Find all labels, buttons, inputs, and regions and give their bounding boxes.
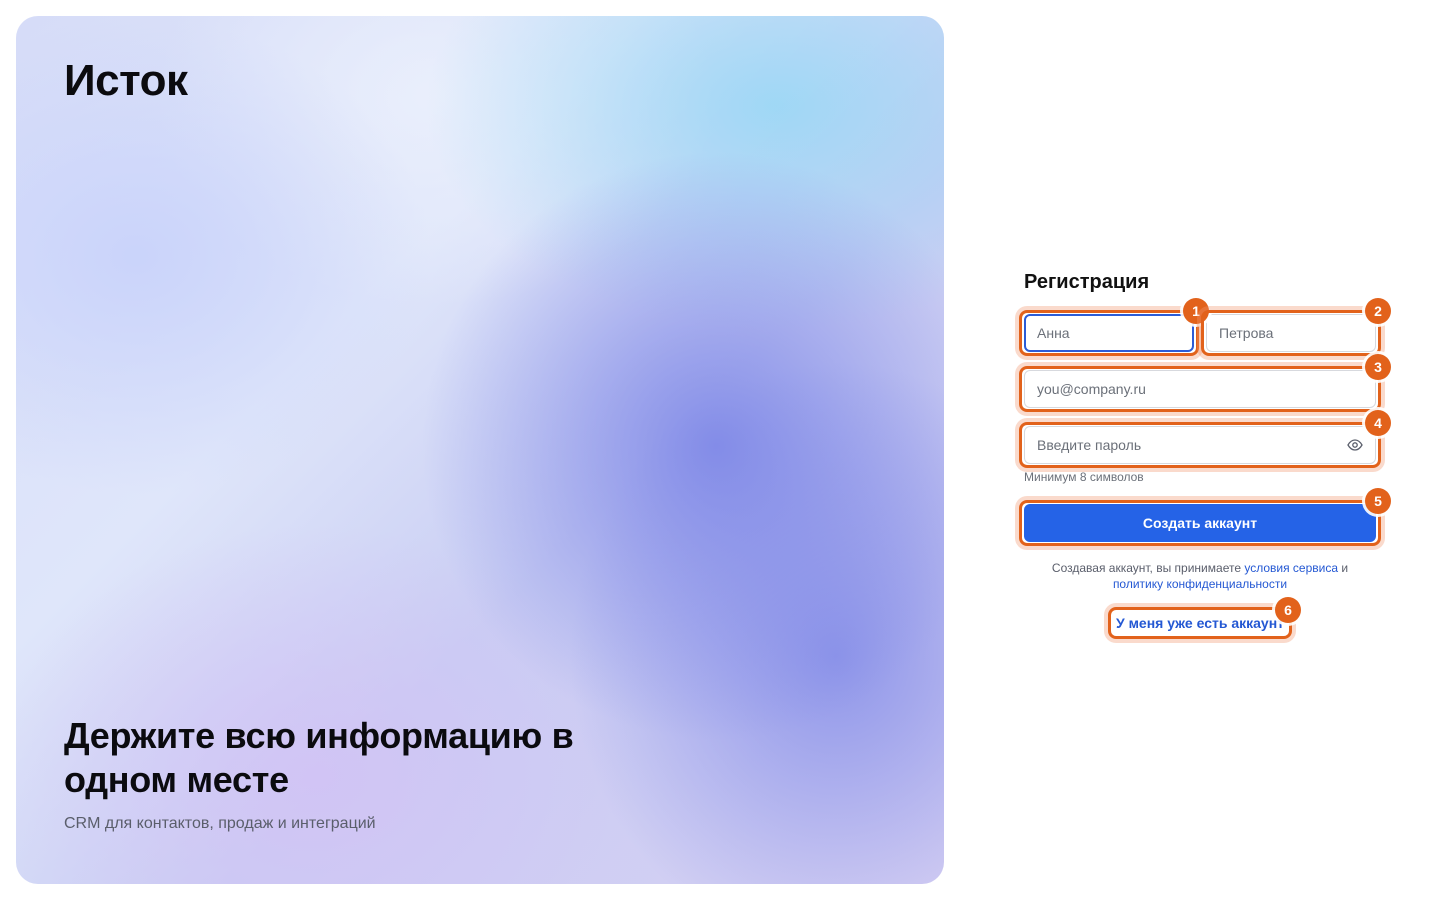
annotation-badge-6: 6 <box>1275 597 1301 623</box>
terms-link[interactable]: условия сервиса <box>1244 561 1338 575</box>
last-name-placeholder: Петрова <box>1219 325 1274 341</box>
annotation-badge-4: 4 <box>1365 410 1391 436</box>
first-name-field[interactable]: Анна <box>1024 314 1194 352</box>
registration-form: Регистрация Анна Петрова you@company.ru … <box>1019 268 1391 639</box>
terms-and: и <box>1341 561 1349 575</box>
password-placeholder: Введите пароль <box>1037 437 1142 453</box>
terms-prefix: Создавая аккаунт, вы принимаете <box>1051 561 1241 575</box>
annotation-badge-3: 3 <box>1365 354 1391 380</box>
privacy-link[interactable]: политику конфиденциальности <box>1113 577 1287 591</box>
annotation-badge-1: 1 <box>1183 298 1209 324</box>
password-hint: Минимум 8 символов <box>1024 470 1144 484</box>
form-title: Регистрация <box>1024 271 1150 293</box>
terms-text: Создавая аккаунт, вы принимаете условия … <box>1024 560 1376 592</box>
create-account-button[interactable]: Создать аккаунт <box>1024 504 1376 542</box>
email-field[interactable]: you@company.ru <box>1024 370 1376 408</box>
last-name-field[interactable]: Петрова <box>1206 314 1376 352</box>
first-name-placeholder: Анна <box>1037 325 1070 341</box>
brand-logo: Исток <box>64 56 188 105</box>
hero-subtitle: CRM для контактов, продаж и интеграций <box>64 815 376 832</box>
login-link[interactable]: У меня уже есть аккаунт <box>1114 612 1286 634</box>
email-placeholder: you@company.ru <box>1037 381 1146 397</box>
eye-icon[interactable] <box>1347 437 1363 453</box>
password-field[interactable]: Введите пароль <box>1024 426 1376 464</box>
hero-panel: Исток Держите всю информацию в одном мес… <box>16 16 944 884</box>
hero-headline: Держите всю информацию в одном месте <box>64 715 574 800</box>
annotation-badge-5: 5 <box>1365 488 1391 514</box>
annotation-badge-2: 2 <box>1365 298 1391 324</box>
